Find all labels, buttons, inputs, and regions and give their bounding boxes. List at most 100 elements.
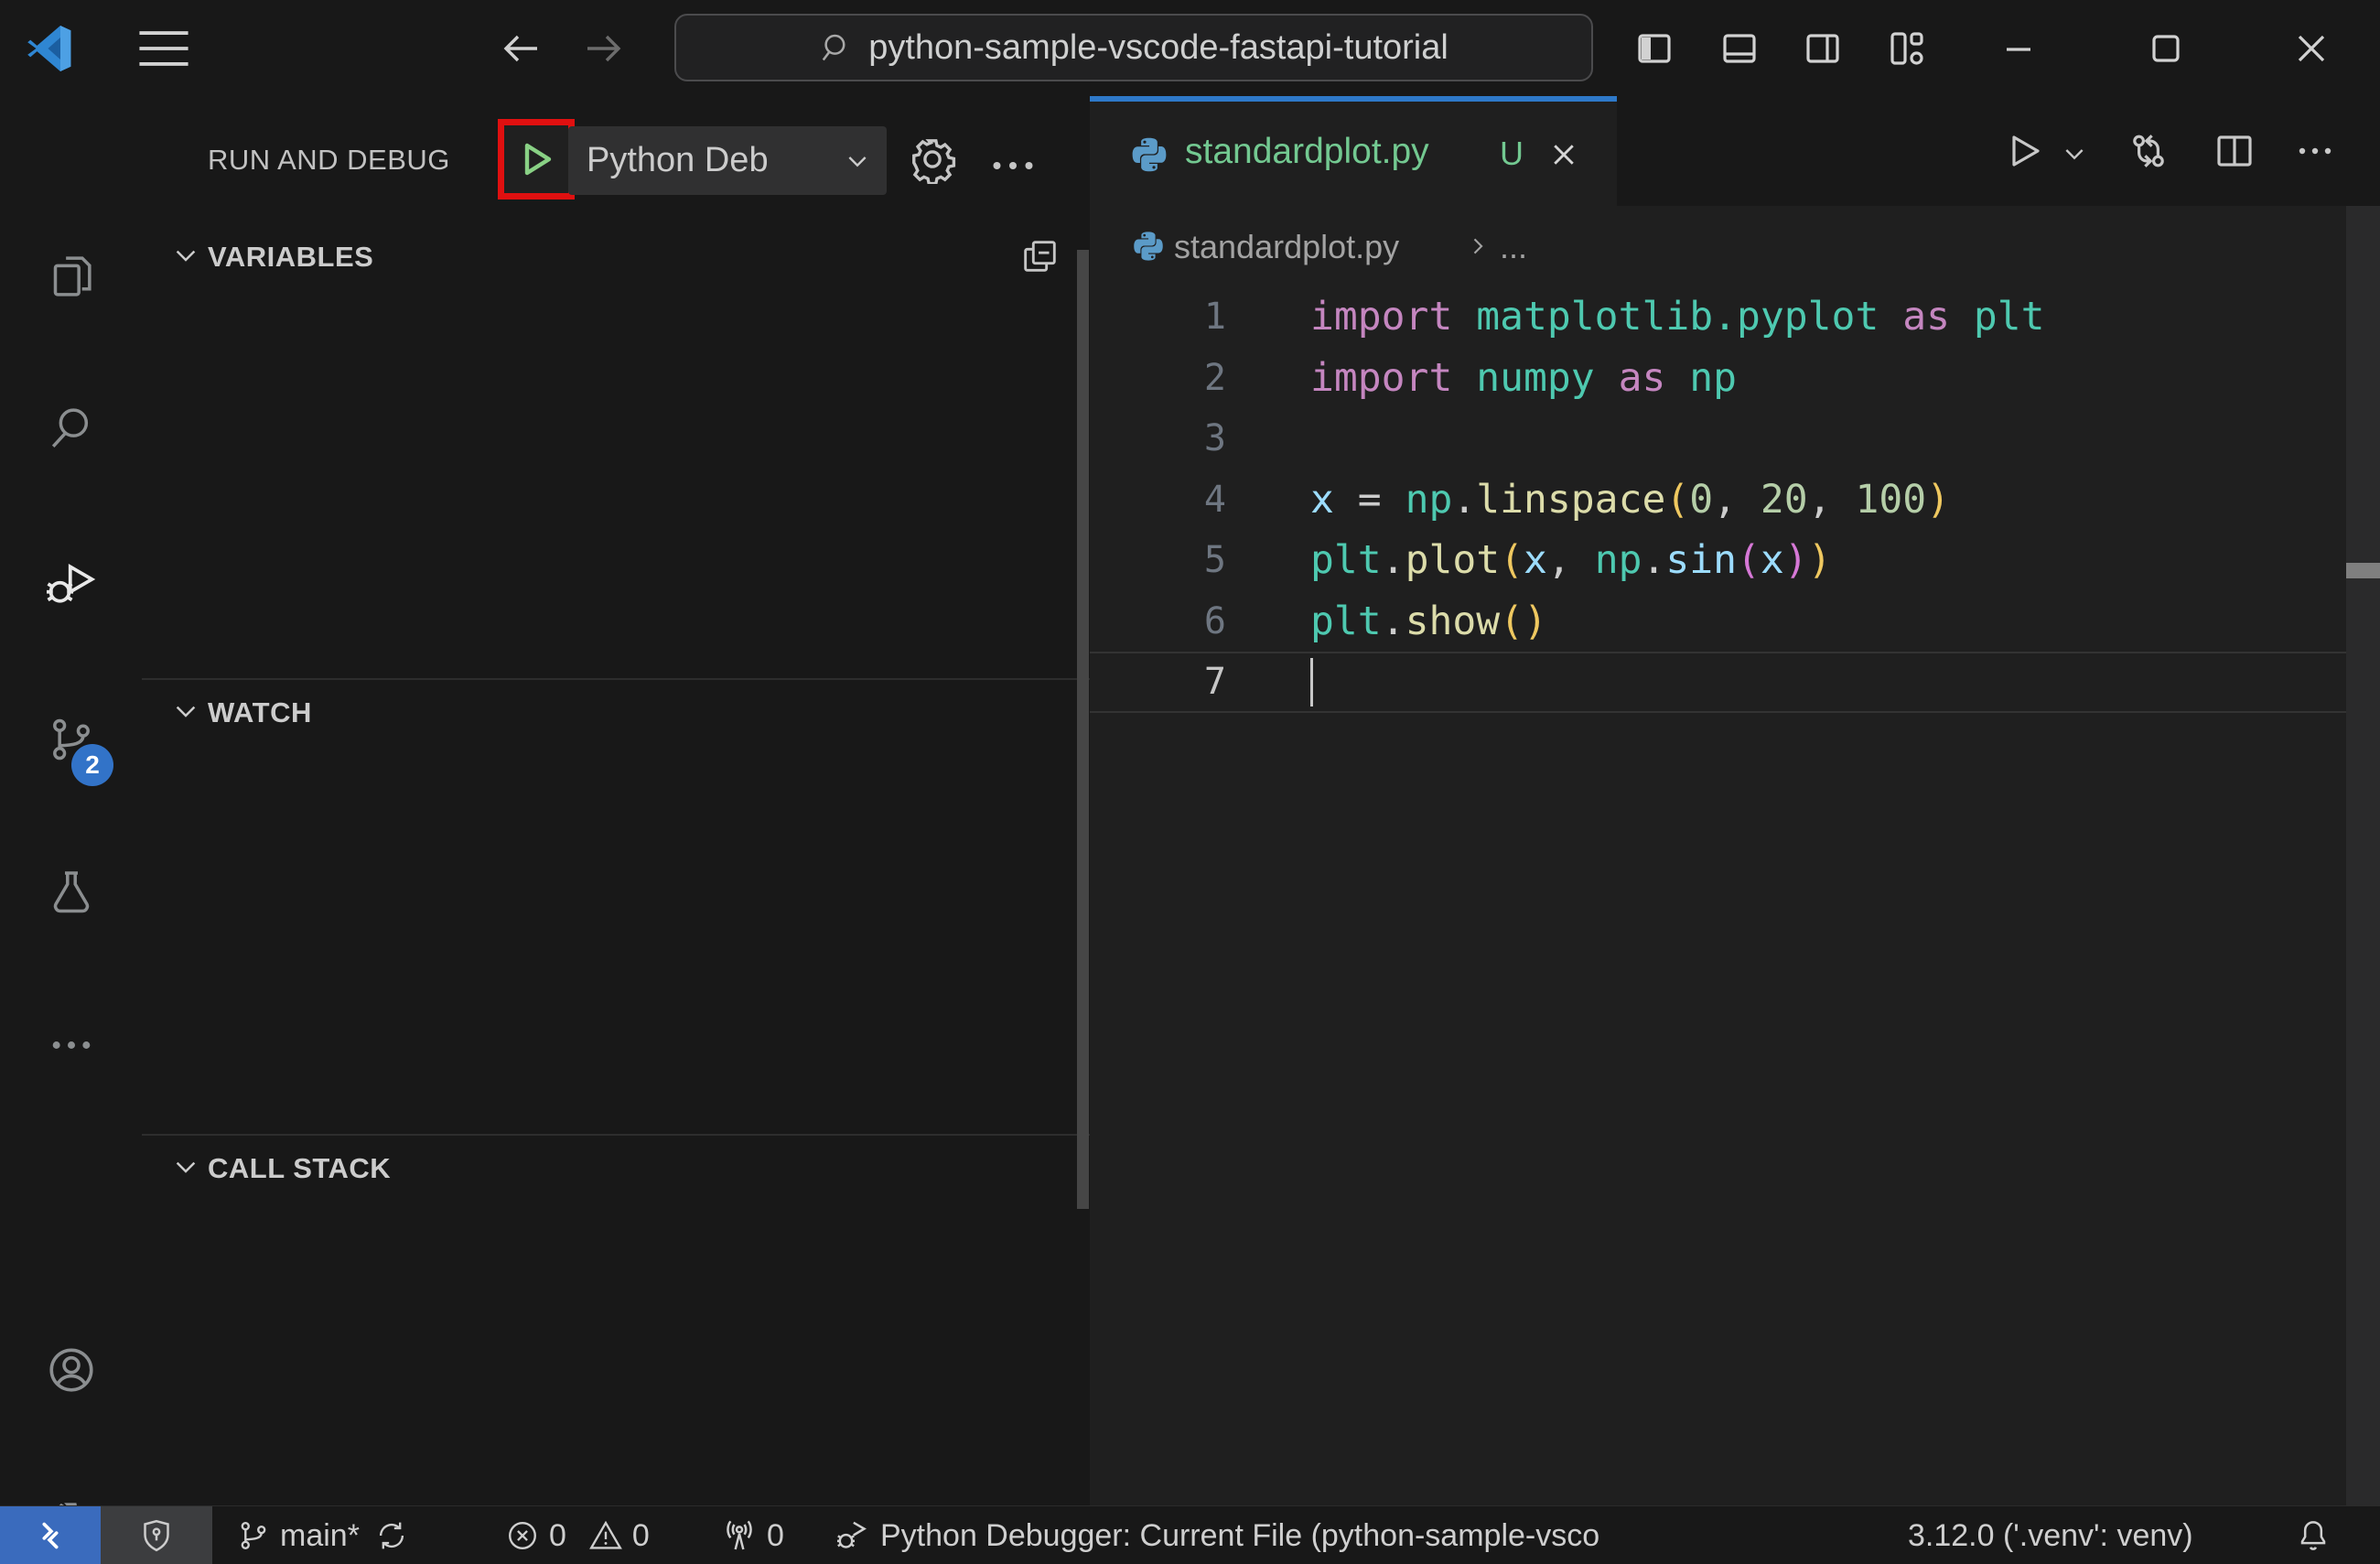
editor-scrollbar[interactable] (2346, 206, 2380, 1505)
tab-filename: standardplot.py (1185, 132, 1429, 171)
open-changes-icon[interactable] (2127, 129, 2170, 173)
git-branch-status[interactable]: main* (236, 1506, 409, 1564)
sync-icon[interactable] (374, 1518, 409, 1553)
python-file-icon (1132, 230, 1165, 263)
section-divider (142, 678, 1090, 680)
title-bar: python-sample-vscode-fastapi-tutorial (0, 0, 2380, 97)
sidebar-title: RUN AND DEBUG (208, 144, 450, 176)
forward-arrow-icon[interactable] (582, 27, 626, 70)
debug-status[interactable]: Python Debugger: Current File (python-sa… (835, 1506, 1773, 1564)
notifications-bell[interactable] (2295, 1506, 2332, 1564)
back-arrow-icon[interactable] (499, 27, 543, 70)
python-interpreter-status[interactable]: 3.12.0 ('.venv': venv) (1908, 1506, 2193, 1564)
sidebar-item-run-and-debug[interactable] (0, 534, 142, 634)
text-cursor (1310, 658, 1313, 706)
code-text: import numpy as np (1310, 354, 1738, 401)
command-center-search[interactable]: python-sample-vscode-fastapi-tutorial (674, 14, 1593, 81)
editor-more-actions[interactable] (2293, 129, 2337, 173)
overview-ruler-marker (2346, 563, 2380, 578)
error-icon (505, 1518, 540, 1553)
section-label: WATCH (208, 696, 312, 728)
search-icon (819, 30, 854, 65)
sidebar-item-explorer[interactable] (0, 226, 142, 327)
customize-layout-icon[interactable] (1885, 27, 1929, 70)
debug-icon (44, 556, 99, 611)
breadcrumb-item-symbol[interactable]: ... (1500, 228, 1527, 266)
git-branch-icon (236, 1518, 271, 1553)
account-button[interactable] (0, 1320, 142, 1420)
section-variables[interactable]: VARIABLES (142, 226, 1090, 286)
ellipsis-icon (46, 1019, 97, 1071)
warning-count: 0 (631, 1517, 650, 1553)
section-call-stack[interactable]: CALL STACK (142, 1138, 1090, 1198)
search-value: python-sample-vscode-fastapi-tutorial (868, 27, 1448, 67)
branch-label: main* (280, 1517, 360, 1553)
code-line[interactable]: 1 import matplotlib.pyplot as plt (1090, 286, 2346, 348)
tab-standardplot[interactable]: standardplot.py U (1090, 96, 1617, 206)
code-text: x = np.linspace(0, 20, 100) (1310, 476, 1951, 523)
collapse-all-icon[interactable] (1018, 235, 1061, 277)
problems-status[interactable]: 0 0 (505, 1506, 650, 1564)
split-editor-icon[interactable] (2213, 129, 2256, 173)
activity-more-actions[interactable] (0, 995, 142, 1095)
bell-icon (2295, 1517, 2332, 1554)
code-text: plt.show() (1310, 598, 1547, 644)
sidebar-item-source-control[interactable] (0, 689, 142, 790)
line-number: 4 (1203, 478, 1226, 521)
python-file-icon (1130, 135, 1168, 174)
run-dropdown-chevron-icon[interactable] (2060, 139, 2089, 168)
code-area: 1 import matplotlib.pyplot as plt 2 import … (1090, 286, 2346, 713)
remote-indicator[interactable] (0, 1506, 101, 1564)
code-line[interactable]: 3 (1090, 408, 2346, 469)
code-line[interactable]: 4 x = np.linspace(0, 20, 100) (1090, 469, 2346, 531)
breadcrumb-item-file[interactable]: standardplot.py (1174, 228, 1399, 266)
toggle-secondary-sidebar-icon[interactable] (1801, 27, 1845, 70)
sidebar-item-testing[interactable] (0, 842, 142, 943)
debug-start-button[interactable] (514, 137, 558, 181)
radio-tower-icon (721, 1517, 758, 1554)
line-number: 7 (1203, 661, 1226, 704)
section-watch[interactable]: WATCH (142, 682, 1090, 742)
minimize-icon[interactable] (1998, 27, 2041, 70)
debug-settings-gear[interactable] (908, 135, 957, 184)
section-divider (142, 1134, 1090, 1136)
chevron-down-icon (172, 242, 199, 269)
menu-icon[interactable] (137, 28, 190, 69)
chevron-down-icon (843, 146, 872, 176)
code-line[interactable]: 2 import numpy as np (1090, 348, 2346, 409)
code-line[interactable]: 7 (1090, 652, 2346, 713)
code-line[interactable]: 5 plt.plot(x, np.sin(x)) (1090, 530, 2346, 591)
remote-icon (29, 1515, 71, 1557)
search-icon (46, 403, 97, 454)
line-number: 2 (1203, 356, 1226, 399)
warning-icon (588, 1518, 623, 1553)
sidebar-item-search[interactable] (0, 378, 142, 479)
close-icon[interactable] (2289, 27, 2333, 70)
tab-close-icon[interactable] (1547, 138, 1580, 171)
vscode-logo (26, 25, 73, 72)
chevron-right-icon (1465, 233, 1491, 259)
ports-status[interactable]: 0 (721, 1506, 784, 1564)
annotation-highlight-box (498, 119, 575, 200)
maximize-icon[interactable] (2144, 27, 2188, 70)
beaker-icon (46, 867, 97, 918)
run-python-file-button[interactable] (2002, 129, 2046, 173)
git-untracked-badge: U (1500, 135, 1524, 172)
line-number: 6 (1203, 599, 1226, 642)
files-icon (46, 251, 97, 302)
section-label: VARIABLES (208, 241, 374, 273)
section-label: CALL STACK (208, 1152, 392, 1184)
toggle-panel-icon[interactable] (1718, 27, 1761, 70)
code-line[interactable]: 6 plt.show() (1090, 591, 2346, 653)
debug-status-label: Python Debugger: Current File (python-sa… (880, 1517, 1600, 1553)
python-version-label: 3.12.0 ('.venv': venv) (1908, 1517, 2193, 1553)
debug-bug-icon (835, 1517, 871, 1554)
sidebar-scrollbar[interactable] (1077, 250, 1089, 1209)
tab-bar: standardplot.py U (1090, 96, 2380, 206)
workspace-trust-badge[interactable] (101, 1506, 212, 1564)
error-count: 0 (549, 1517, 566, 1553)
views-more-actions[interactable] (985, 138, 1040, 193)
toggle-primary-sidebar-icon[interactable] (1632, 27, 1676, 70)
debug-config-dropdown[interactable]: Python Deb (568, 126, 887, 195)
line-number: 1 (1203, 296, 1226, 339)
